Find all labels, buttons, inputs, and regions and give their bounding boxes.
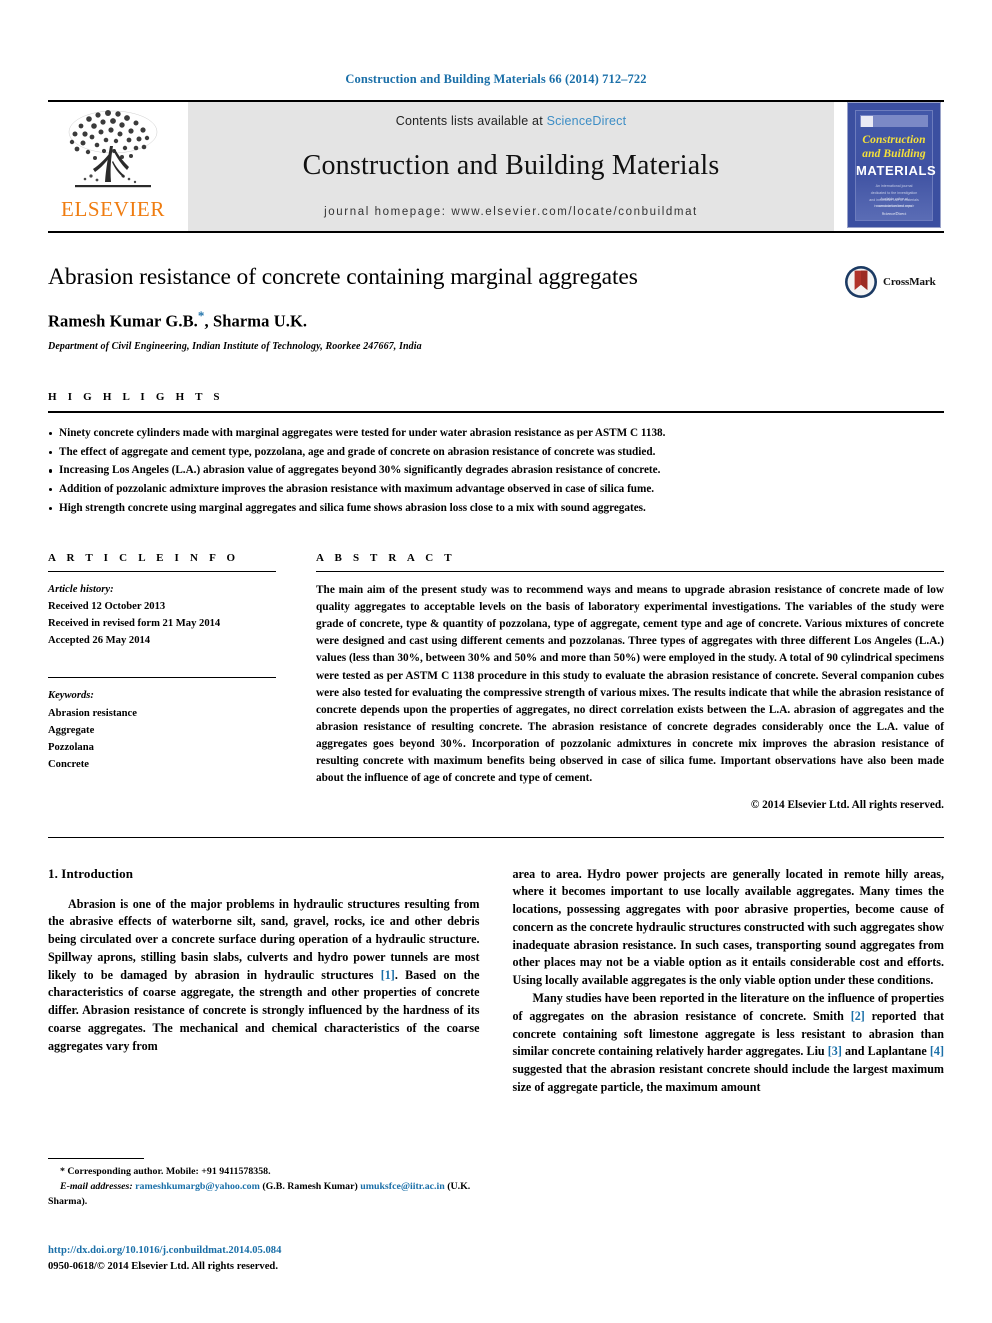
crossmark-label: CrossMark	[883, 276, 936, 288]
cover-title-line1: Construction	[862, 134, 926, 146]
author-list: Ramesh Kumar G.B.*, Sharma U.K.	[48, 308, 830, 332]
corresponding-author-marker[interactable]: *	[198, 308, 205, 323]
elsevier-wordmark: ELSEVIER	[61, 197, 165, 221]
cover-title-line2: and Building	[862, 148, 926, 160]
list-item: The effect of aggregate and cement type,…	[48, 443, 944, 462]
info-abstract-row: A R T I C L E I N F O Article history: R…	[48, 552, 944, 811]
article-info-section: A R T I C L E I N F O Article history: R…	[48, 552, 316, 811]
keywords-label: Keywords:	[48, 690, 94, 702]
highlights-section: H I G H L I G H T S Ninety concrete cyli…	[48, 391, 944, 518]
keyword-item: Abrasion resistance	[48, 707, 137, 719]
section-heading-introduction: 1. Introduction	[48, 865, 134, 881]
corresponding-author-note: * Corresponding author. Mobile: +91 9411…	[48, 1165, 478, 1180]
article-page: Construction and Building Materials 66 (…	[0, 0, 992, 1323]
page-title: Abrasion resistance of concrete containi…	[48, 264, 638, 290]
intro-text-f: suggested that the abrasion resistant co…	[512, 1062, 945, 1094]
article-history-label: Article history:	[48, 583, 114, 595]
running-head: Construction and Building Materials 66 (…	[345, 72, 647, 86]
journal-band: Contents lists available at ScienceDirec…	[188, 102, 834, 231]
cover-title-line3: MATERIALS	[856, 163, 937, 178]
title-block: Abrasion resistance of concrete containi…	[48, 263, 944, 352]
citation-ref-2[interactable]: [2]	[851, 1009, 865, 1023]
doi-block: http://dx.doi.org/10.1016/j.conbuildmat.…	[48, 1243, 548, 1275]
list-item: High strength concrete using marginal ag…	[48, 499, 944, 518]
abstract-heading: A B S T R A C T	[316, 551, 456, 564]
intro-paragraph-left: Abrasion is one of the major problems in…	[48, 896, 480, 1056]
email-label: E-mail addresses:	[60, 1180, 133, 1192]
abstract-section: A B S T R A C T The main aim of the pres…	[316, 552, 944, 811]
author-primary: Ramesh Kumar G.B.	[48, 311, 198, 331]
body-column-left: 1. Introduction Abrasion is one of the m…	[48, 866, 480, 1097]
highlights-heading: H I G H L I G H T S	[48, 390, 224, 403]
keyword-item: Pozzolana	[48, 741, 94, 753]
intro-paragraph-right-2: Many studies have been reported in the l…	[513, 990, 945, 1097]
footnote-block: * Corresponding author. Mobile: +91 9411…	[48, 1158, 478, 1210]
list-item: Increasing Los Angeles (L.A.) abrasion v…	[48, 461, 944, 480]
body-column-right: area to area. Hydro power projects are g…	[513, 866, 945, 1097]
corresponding-marker-icon: *	[60, 1166, 65, 1177]
citation-ref-4[interactable]: [4]	[930, 1044, 944, 1058]
body-top-rule	[48, 836, 944, 838]
journal-title: Construction and Building Materials	[302, 150, 720, 181]
footnote-rule	[48, 1158, 144, 1159]
list-item: Ninety concrete cylinders made with marg…	[48, 424, 944, 443]
crossmark-icon	[844, 265, 878, 299]
article-history-block: Article history: Received 12 October 201…	[48, 581, 298, 650]
citation-ref-3[interactable]: [3]	[828, 1044, 842, 1058]
history-revised: Received in revised form 21 May 2014	[48, 618, 221, 630]
copyright-line: © 2014 Elsevier Ltd. All rights reserved…	[750, 798, 944, 811]
email-owner-1: (G.B. Ramesh Kumar)	[262, 1180, 358, 1192]
author-secondary: , Sharma U.K.	[204, 311, 308, 331]
masthead-bottom-rule	[48, 231, 944, 233]
history-received: Received 12 October 2013	[48, 600, 166, 612]
sciencedirect-link[interactable]: ScienceDirect	[547, 114, 627, 128]
issn-copyright-line: 0950-0618/© 2014 Elsevier Ltd. All right…	[48, 1260, 278, 1272]
corresponding-author-text: Corresponding author. Mobile: +91 941157…	[67, 1166, 271, 1177]
journal-cover-thumbnail[interactable]: Construction and Building MATERIALS An i…	[844, 102, 944, 231]
list-item: Addition of pozzolanic admixture improve…	[48, 480, 944, 499]
email-note: E-mail addresses: rameshkumargb@yahoo.co…	[48, 1180, 478, 1210]
highlights-rule	[48, 410, 944, 413]
keywords-rule	[48, 677, 276, 679]
crossmark-badge[interactable]: CrossMark	[844, 263, 944, 299]
article-info-rule	[48, 570, 276, 572]
elsevier-tree-icon	[61, 106, 165, 198]
intro-text-e: and Laplantane	[841, 1044, 930, 1059]
journal-homepage-link[interactable]: journal homepage: www.elsevier.com/locat…	[324, 206, 698, 218]
keyword-item: Aggregate	[48, 724, 95, 736]
body-columns: 1. Introduction Abrasion is one of the m…	[48, 866, 944, 1097]
cover-elsevier-mark-icon	[861, 116, 873, 127]
doi-link[interactable]: http://dx.doi.org/10.1016/j.conbuildmat.…	[48, 1243, 548, 1259]
abstract-rule	[316, 570, 944, 572]
contents-available-line: Contents lists available at ScienceDirec…	[396, 114, 627, 128]
elsevier-logo: ELSEVIER	[48, 102, 178, 231]
history-accepted: Accepted 26 May 2014	[48, 635, 151, 647]
email-link-2[interactable]: umuksfce@iitr.ac.in	[360, 1181, 445, 1192]
citation-ref-1[interactable]: [1]	[381, 968, 395, 982]
contents-prefix: Contents lists available at	[395, 114, 543, 128]
email-link-1[interactable]: rameshkumargb@yahoo.com	[135, 1181, 260, 1192]
affiliation: Department of Civil Engineering, Indian …	[48, 340, 422, 352]
keywords-block: Keywords: Abrasion resistance Aggregate …	[48, 677, 298, 773]
highlights-list: Ninety concrete cylinders made with marg…	[48, 424, 944, 518]
cover-footer-text: Available online at www.sciencedirect.co…	[876, 197, 912, 209]
keyword-item: Concrete	[48, 759, 89, 770]
article-info-heading: A R T I C L E I N F O	[48, 551, 240, 564]
abstract-text: The main aim of the present study was to…	[316, 583, 944, 785]
journal-masthead: ELSEVIER Contents lists available at Sci…	[48, 100, 944, 231]
cover-sciencedirect-text: ScienceDirect	[881, 211, 907, 216]
journal-cover-image: Construction and Building MATERIALS An i…	[847, 102, 941, 228]
intro-paragraph-right-1: area to area. Hydro power projects are g…	[512, 866, 945, 988]
